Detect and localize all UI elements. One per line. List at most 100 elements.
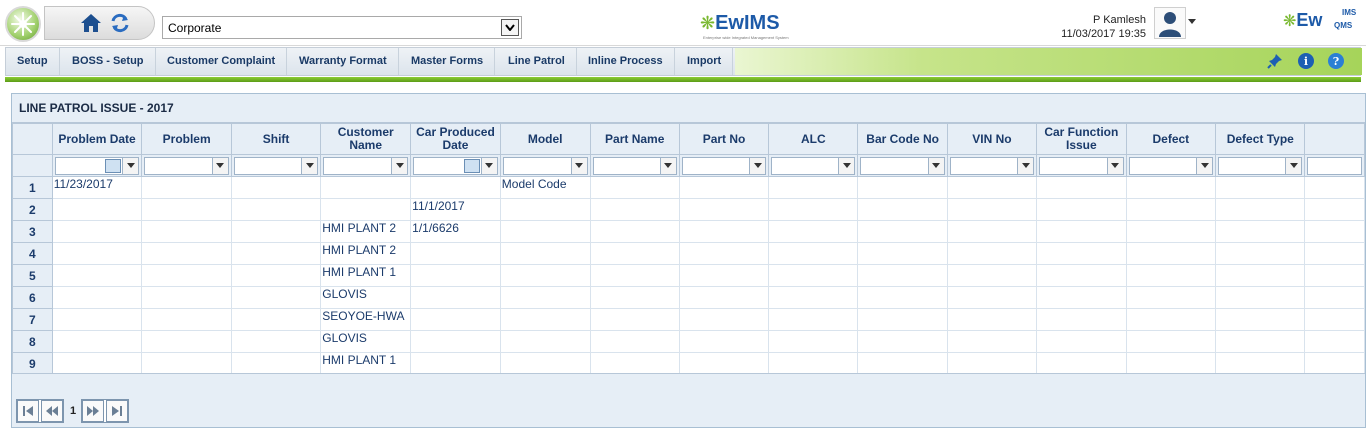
menu-item-setup[interactable]: Setup	[6, 48, 60, 75]
table-cell[interactable]	[410, 330, 501, 353]
table-row[interactable]: 9 HMI PLANT 1	[12, 352, 1365, 373]
filter-icon[interactable]	[122, 157, 139, 174]
table-cell[interactable]	[230, 264, 322, 287]
calendar-icon[interactable]	[463, 158, 480, 173]
column-filter-input[interactable]	[771, 156, 856, 175]
table-cell[interactable]	[410, 352, 501, 373]
table-cell[interactable]	[51, 198, 143, 221]
organization-select[interactable]: Corporate	[162, 16, 522, 39]
table-cell[interactable]: HMI PLANT 1	[320, 352, 412, 373]
filter-icon[interactable]	[211, 157, 228, 174]
table-cell[interactable]: SEOYOE-HWA	[320, 308, 412, 331]
menu-item-warranty-format[interactable]: Warranty Format	[288, 48, 399, 75]
filter-icon[interactable]	[480, 157, 497, 174]
table-cell[interactable]	[499, 330, 591, 353]
column-header[interactable]: Car Function Issue	[1036, 123, 1127, 155]
column-header[interactable]: Bar Code No	[857, 123, 948, 155]
table-cell[interactable]	[51, 352, 143, 373]
table-cell[interactable]	[141, 286, 232, 309]
column-filter-input[interactable]	[1218, 156, 1303, 175]
column-header[interactable]: Problem Date	[51, 123, 143, 155]
table-cell[interactable]	[1125, 242, 1217, 265]
table-cell[interactable]	[410, 308, 501, 331]
user-avatar[interactable]	[1154, 7, 1186, 39]
column-header[interactable]: Defect Type	[1215, 123, 1306, 155]
table-cell[interactable]	[230, 242, 322, 265]
table-cell[interactable]	[230, 220, 322, 243]
column-filter-input[interactable]	[233, 156, 319, 175]
table-cell[interactable]	[141, 352, 232, 373]
table-cell[interactable]: 1/1/6626	[410, 220, 501, 243]
column-header[interactable]: Defect	[1125, 123, 1217, 155]
table-cell[interactable]	[768, 286, 859, 309]
filter-icon[interactable]	[838, 157, 855, 174]
table-cell[interactable]	[1036, 286, 1127, 309]
table-cell[interactable]	[678, 352, 770, 373]
table-cell[interactable]	[499, 286, 591, 309]
table-cell[interactable]: Model Code	[499, 176, 591, 199]
table-cell[interactable]	[946, 308, 1038, 331]
filter-icon[interactable]	[659, 157, 676, 174]
info-icon[interactable]: i	[1298, 53, 1314, 69]
column-filter-input[interactable]	[502, 156, 588, 175]
table-cell[interactable]	[946, 330, 1038, 353]
table-cell[interactable]	[589, 242, 680, 265]
table-cell[interactable]	[141, 220, 232, 243]
table-cell[interactable]	[678, 286, 770, 309]
column-filter-input[interactable]	[592, 156, 677, 175]
column-filter-input[interactable]	[1128, 156, 1214, 175]
filter-icon[interactable]	[1017, 157, 1034, 174]
table-cell[interactable]	[410, 264, 501, 287]
table-cell[interactable]	[1036, 264, 1127, 287]
table-cell[interactable]	[410, 286, 501, 309]
table-cell[interactable]	[1036, 176, 1127, 199]
table-row[interactable]: 5 HMI PLANT 1	[12, 264, 1365, 287]
table-cell[interactable]	[51, 242, 143, 265]
table-cell[interactable]	[1125, 264, 1217, 287]
table-cell[interactable]	[857, 352, 948, 373]
filter-icon[interactable]	[570, 157, 587, 174]
column-header[interactable]: Shift	[230, 123, 322, 155]
column-filter-input[interactable]	[323, 156, 409, 175]
table-cell[interactable]	[1036, 352, 1127, 373]
table-row[interactable]: 1 11/23/2017 Model Code	[12, 176, 1365, 199]
table-cell[interactable]	[320, 176, 412, 199]
table-cell[interactable]	[768, 352, 859, 373]
table-cell[interactable]	[857, 198, 948, 221]
table-cell[interactable]	[1036, 308, 1127, 331]
table-cell[interactable]	[946, 264, 1038, 287]
filter-icon[interactable]	[301, 157, 318, 174]
table-cell[interactable]	[678, 220, 770, 243]
column-filter-input[interactable]	[54, 156, 140, 175]
menu-item-customer-complaint[interactable]: Customer Complaint	[156, 48, 288, 75]
column-filter-input[interactable]	[1307, 156, 1362, 175]
table-cell[interactable]	[768, 330, 859, 353]
table-cell[interactable]	[51, 220, 143, 243]
column-header[interactable]: Model	[499, 123, 591, 155]
table-row[interactable]: 2 11/1/2017	[12, 198, 1365, 221]
table-cell[interactable]	[678, 242, 770, 265]
table-cell[interactable]	[1125, 352, 1217, 373]
table-cell[interactable]: HMI PLANT 2	[320, 242, 412, 265]
table-cell[interactable]	[51, 264, 143, 287]
menu-item-import[interactable]: Import	[676, 48, 734, 75]
prev-page-icon[interactable]	[41, 400, 63, 422]
table-cell[interactable]: 11/23/2017	[51, 176, 143, 199]
last-page-icon[interactable]	[106, 400, 128, 422]
table-row[interactable]: 7 SEOYOE-HWA	[12, 308, 1365, 331]
table-cell[interactable]	[589, 198, 680, 221]
column-filter-input[interactable]	[144, 156, 229, 175]
table-cell[interactable]	[1215, 264, 1306, 287]
table-cell[interactable]: GLOVIS	[320, 286, 412, 309]
filter-icon[interactable]	[1106, 157, 1123, 174]
table-cell[interactable]	[946, 176, 1038, 199]
table-cell[interactable]	[857, 220, 948, 243]
table-cell[interactable]	[230, 286, 322, 309]
column-header[interactable]: Customer Name	[320, 123, 412, 155]
table-cell[interactable]	[589, 330, 680, 353]
table-cell[interactable]	[857, 176, 948, 199]
table-cell[interactable]	[141, 242, 232, 265]
table-cell[interactable]	[857, 286, 948, 309]
column-header[interactable]: Car Produced Date	[410, 123, 501, 155]
table-cell[interactable]	[678, 264, 770, 287]
